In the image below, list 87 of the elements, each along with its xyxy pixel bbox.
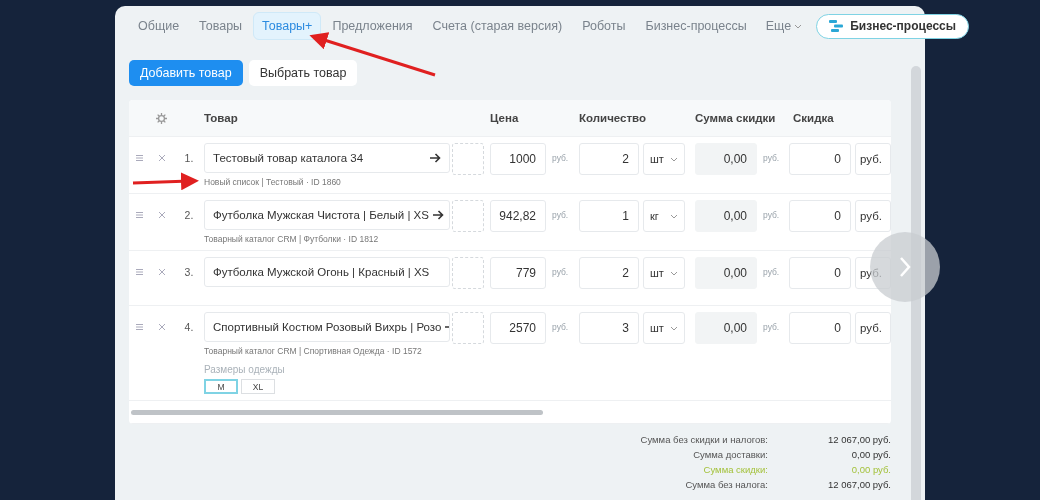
discount-field[interactable]: 0 <box>789 257 851 289</box>
product-field[interactable]: Спортивный Костюм Розовый Вихрь | Розо <box>204 312 450 342</box>
summary-label: Сумма доставки: <box>693 449 768 460</box>
row-number: 2. <box>183 208 195 223</box>
tab[interactable]: Бизнес-процессы <box>636 12 756 40</box>
drag-handle-icon[interactable] <box>135 269 143 275</box>
remove-icon[interactable] <box>158 212 165 218</box>
product-source: Товарный каталог CRM | Футболки · ID 1812 <box>204 234 380 244</box>
summary-label: Сумма скидки: <box>703 464 768 475</box>
discount-sum-field: 0,00 <box>695 257 757 289</box>
row-number: 1. <box>183 151 195 166</box>
discount-sum-field: 0,00 <box>695 200 757 232</box>
chevron-down-icon <box>670 270 678 276</box>
unit-select[interactable]: шт <box>643 312 685 344</box>
discount-field[interactable]: 0 <box>789 143 851 175</box>
row-number: 4. <box>183 320 195 335</box>
summary-value: 12 067,00 руб. <box>827 434 891 445</box>
price-field[interactable]: 1000 <box>490 143 546 175</box>
summary-label: Сумма без налога: <box>685 479 768 490</box>
scrollbar-thumb[interactable] <box>131 409 543 415</box>
tab[interactable]: Предложения <box>323 12 422 40</box>
remove-icon[interactable] <box>158 155 165 161</box>
price-field[interactable]: 779 <box>490 257 546 289</box>
column-header: Скидка <box>792 112 835 124</box>
currency-label: руб. <box>551 152 570 165</box>
size-option[interactable]: M <box>204 379 238 394</box>
discount-field[interactable]: 0 <box>789 200 851 232</box>
currency-label: руб. <box>551 321 570 334</box>
chevron-down-icon <box>794 23 803 29</box>
summary-label: Сумма без скидки и налогов: <box>640 434 768 445</box>
remove-icon[interactable] <box>158 269 165 275</box>
chevron-down-icon <box>670 156 678 162</box>
settings-icon[interactable] <box>156 112 167 124</box>
summary-value: 0,00 руб. <box>851 449 891 460</box>
currency-label: руб. <box>762 321 781 334</box>
discount-field[interactable]: 0 <box>789 312 851 344</box>
column-header: Сумма скидки <box>695 112 777 124</box>
currency-label: руб. <box>762 209 781 222</box>
select-product-button[interactable]: Выбрать товар <box>248 60 358 86</box>
annotation-arrow <box>132 172 199 191</box>
row-number: 3. <box>183 265 195 280</box>
product-field[interactable]: Футболка Мужской Огонь | Красный | XS <box>204 257 450 287</box>
product-field[interactable]: Футболка Мужская Чистота | Белый | XS <box>204 200 450 230</box>
tab[interactable]: Товары <box>190 12 252 40</box>
image-placeholder[interactable] <box>452 257 484 289</box>
column-header: Цена <box>490 112 520 124</box>
chevron-down-icon <box>670 213 678 219</box>
quantity-field[interactable]: 3 <box>579 312 639 344</box>
image-placeholder[interactable] <box>452 143 484 175</box>
remove-icon[interactable] <box>158 324 165 330</box>
flow-icon <box>829 20 844 32</box>
product-field[interactable]: Тестовый товар каталога 34 <box>204 143 450 173</box>
currency-label: руб. <box>551 266 570 279</box>
price-field[interactable]: 2570 <box>490 312 546 344</box>
tab[interactable]: Счета (старая версия) <box>423 12 572 40</box>
tab[interactable]: Общие <box>129 12 189 40</box>
discount-sum-field: 0,00 <box>695 143 757 175</box>
discount-sum-field: 0,00 <box>695 312 757 344</box>
drag-handle-icon[interactable] <box>135 212 143 218</box>
image-placeholder[interactable] <box>452 200 484 232</box>
tab[interactable]: Роботы <box>573 12 635 40</box>
discount-unit-select[interactable]: руб. <box>855 312 891 344</box>
column-header: Товар <box>204 112 239 124</box>
property-label: Размеры одежды <box>204 364 286 375</box>
quantity-field[interactable]: 1 <box>579 200 639 232</box>
summary-value: 12 067,00 руб. <box>827 479 891 490</box>
quantity-field[interactable]: 2 <box>579 143 639 175</box>
chevron-down-icon <box>670 325 678 331</box>
product-source: Товарный каталог CRM | Спортивная Одежда · ID 1572 <box>204 346 423 356</box>
size-option[interactable]: XL <box>241 379 275 394</box>
price-field[interactable]: 942,82 <box>490 200 546 232</box>
unit-select[interactable]: шт <box>643 257 685 289</box>
currency-label: руб. <box>551 209 570 222</box>
discount-unit-select[interactable]: руб. <box>855 143 891 175</box>
currency-label: руб. <box>762 152 781 165</box>
quantity-field[interactable]: 2 <box>579 257 639 289</box>
summary-value: 0,00 руб. <box>851 464 891 475</box>
discount-unit-select[interactable]: руб. <box>855 200 891 232</box>
chevron-right-icon <box>899 256 911 278</box>
drag-handle-icon[interactable] <box>135 155 143 161</box>
column-header: Количество <box>579 112 648 124</box>
unit-select[interactable]: кг <box>643 200 685 232</box>
drag-handle-icon[interactable] <box>135 324 143 330</box>
unit-select[interactable]: шт <box>643 143 685 175</box>
currency-label: руб. <box>762 266 781 279</box>
business-process-button[interactable]: Бизнес-процессы <box>816 13 969 39</box>
product-source: Новый список | Тестовый · ID 1860 <box>204 177 342 187</box>
